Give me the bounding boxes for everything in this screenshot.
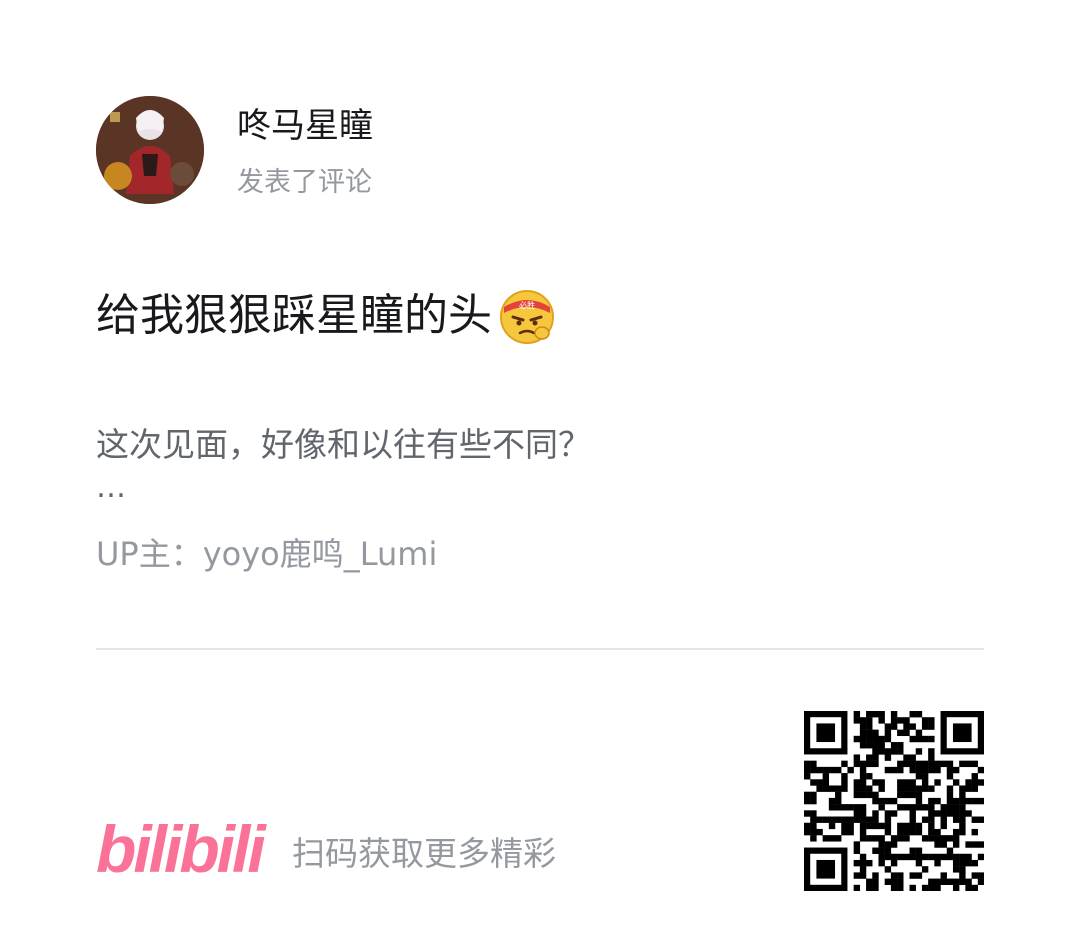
logo-text: bilibili xyxy=(96,812,267,884)
video-title[interactable]: 这次见面，好像和以往有些不同？ xyxy=(96,422,591,468)
bilibili-logo: bilibili xyxy=(94,804,270,886)
uploader-label[interactable]: UP主：yoyo鹿鸣_Lumi xyxy=(96,532,437,576)
action-label: 发表了评论 xyxy=(237,167,372,198)
comment-body: 给我狠狠踩星瞳的头 必胜 xyxy=(96,284,556,348)
avatar[interactable] xyxy=(96,96,204,204)
qr-code-icon[interactable] xyxy=(804,711,985,892)
divider xyxy=(96,648,984,650)
emoji-badge-text: 必胜 xyxy=(519,300,535,310)
username[interactable]: 咚马星瞳 xyxy=(237,104,373,148)
comment-text: 给我狠狠踩星瞳的头 xyxy=(96,290,492,341)
angry-headband-emoji-icon: 必胜 xyxy=(498,287,556,345)
video-title-ellipsis: … xyxy=(96,470,126,505)
scan-prompt: 扫码获取更多精彩 xyxy=(292,834,556,873)
